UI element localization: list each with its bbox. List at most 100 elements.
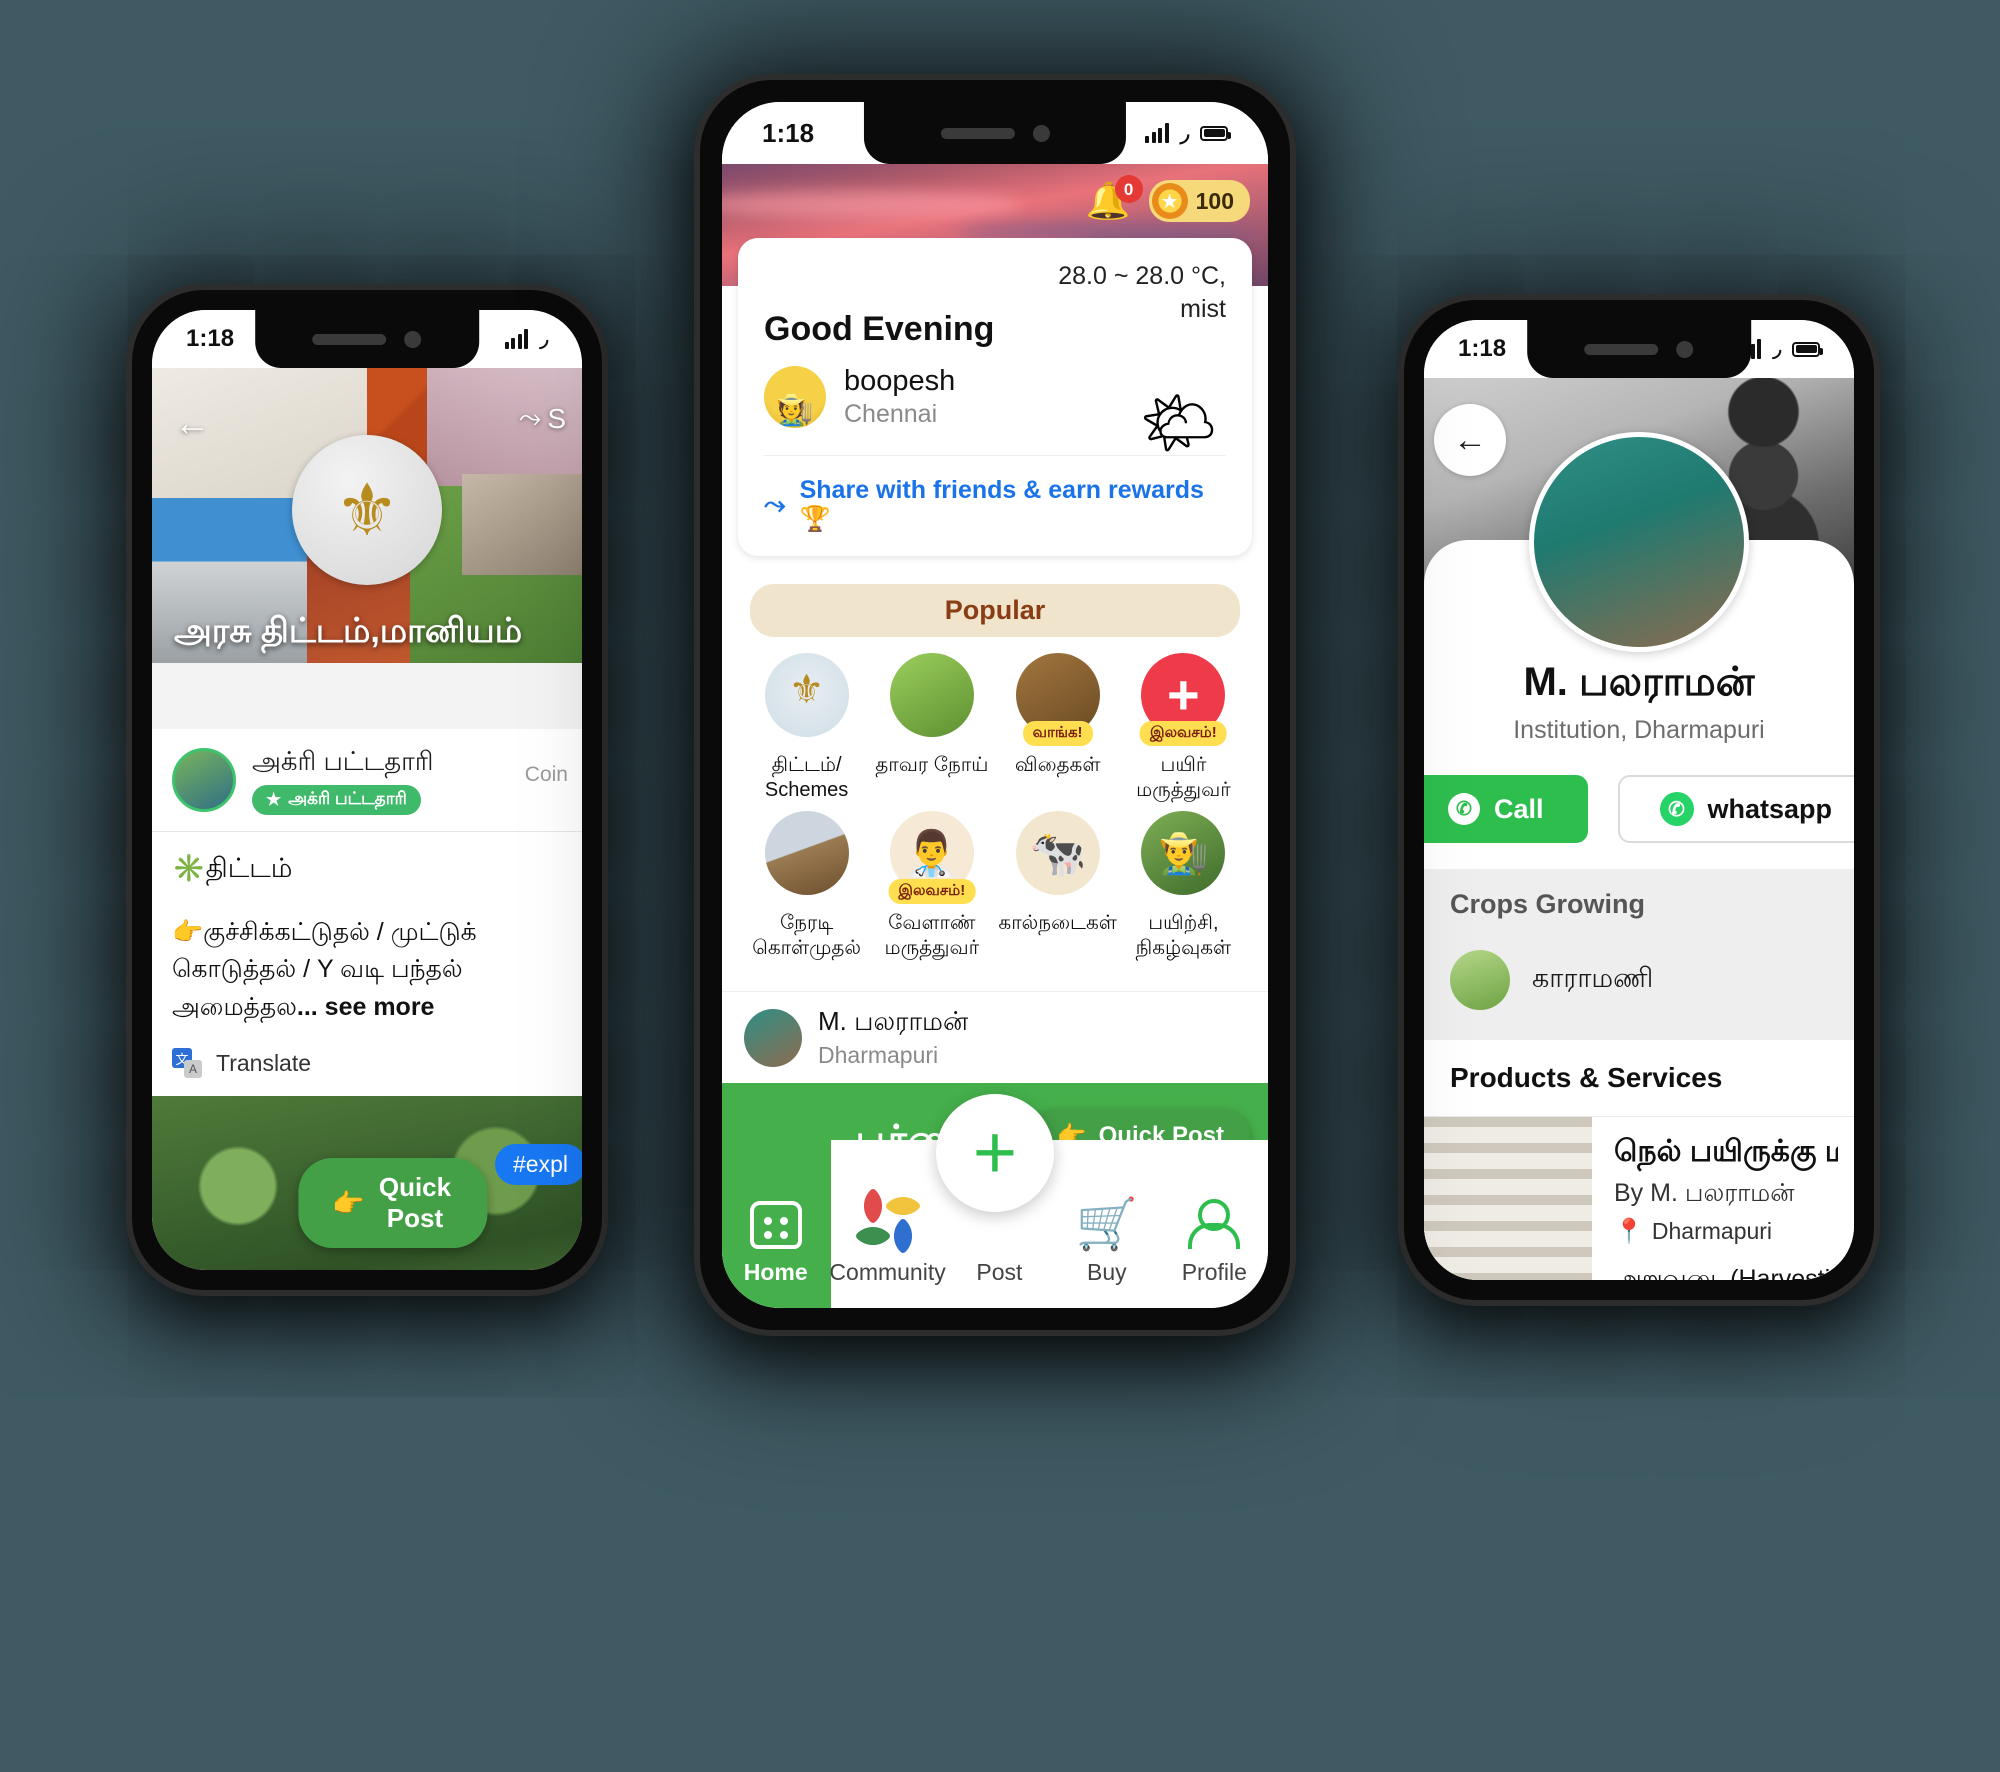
whatsapp-button[interactable]: ✆ whatsapp: [1617, 775, 1854, 843]
product-location-label: Dharmapuri: [1651, 1218, 1773, 1244]
agri-doctor-icon: இலவசம்!: [888, 811, 976, 904]
popular-label: நேரடி கொள்முதல்: [752, 912, 861, 959]
right-status-time: 1:18: [1458, 335, 1507, 362]
profile-card: M. பலராமன் Institution, Dharmapuri ✆ Cal…: [1424, 432, 1854, 843]
author-meta: அக்ரி பட்டதாரி ★ அக்ரி பட்டதாரி: [252, 745, 433, 815]
hero-tile-elders: [461, 474, 582, 575]
quick-post-button[interactable]: 👉 Quick Post: [298, 1158, 488, 1248]
back-arrow-icon[interactable]: ←: [174, 402, 210, 444]
wifi-icon: ◞: [1772, 336, 1781, 361]
popular-item-agri-doctor[interactable]: இலவசம்! வேளாண் மருத்துவர்: [873, 811, 990, 961]
popular-item-training[interactable]: பயிற்சி, நிகழ்வுகள்: [1125, 811, 1242, 961]
share-icon[interactable]: ⤳ S: [519, 402, 566, 435]
star-icon: ★: [266, 789, 282, 809]
crop-row[interactable]: காராமணி: [1424, 940, 1854, 1040]
user-name: boopesh: [844, 365, 956, 397]
phone-center-screen: 1:18 ◞ 🔔 0 ★ 100 28.0 ~ 28.0 °C, mist Go…: [722, 102, 1268, 1308]
hero-spacer: [152, 663, 582, 729]
popular-badge: இலவசம்!: [1139, 721, 1227, 746]
product-location: 📍 Dharmapuri: [1614, 1217, 1838, 1246]
crop-doctor-icon: + இலவசம்!: [1139, 653, 1227, 746]
signal-icon: [1145, 123, 1169, 143]
weather-condition: mist: [1180, 294, 1226, 323]
phone-icon: ✆: [1447, 793, 1480, 825]
popular-item-crop-doctor[interactable]: + இலவசம்! பயிர் மருத்துவர்: [1125, 653, 1242, 803]
author-badge-label: அக்ரி பட்டதாரி: [288, 788, 407, 808]
translate-row[interactable]: Translate: [152, 1026, 582, 1096]
whatsapp-label: whatsapp: [1707, 793, 1833, 824]
popular-item-direct-procurement[interactable]: நேரடி கொள்முதல்: [748, 811, 865, 961]
rewards-badge[interactable]: ★ 100: [1148, 180, 1250, 222]
wifi-icon: ◞: [1179, 119, 1189, 147]
share-rewards-link[interactable]: ⤳ Share with friends & earn rewards 🏆: [764, 455, 1226, 534]
battery-icon: [1200, 125, 1231, 141]
nav-item-profile[interactable]: Profile: [1161, 1140, 1268, 1308]
back-arrow-icon[interactable]: ←: [1434, 404, 1506, 476]
page-title: அரசு திட்டம்,மானியம்: [174, 612, 523, 650]
popular-heading: Popular: [750, 584, 1240, 637]
crop-thumb-icon: [1450, 950, 1510, 1010]
scheme-hero-banner: ⚜ ← ⤳ S அரசு திட்டம்,மானியம்: [152, 368, 582, 663]
earpiece-speaker: [1584, 343, 1659, 355]
popular-item-schemes[interactable]: திட்டம்/ Schemes: [748, 653, 865, 803]
left-notch: [255, 310, 479, 368]
left-status-time: 1:18: [186, 325, 235, 352]
popular-badge: வாங்க!: [1022, 721, 1093, 746]
nav-item-buy[interactable]: 🛒 Buy: [1053, 1140, 1160, 1308]
post-author-row[interactable]: அக்ரி பட்டதாரி ★ அக்ரி பட்டதாரி Coin: [152, 729, 582, 832]
feed-post-author[interactable]: M. பலராமன் Dharmapuri: [722, 991, 1268, 1083]
nav-item-community[interactable]: Community: [829, 1140, 946, 1308]
cloud-1: [722, 190, 1023, 218]
feed-author-location: Dharmapuri: [818, 1042, 939, 1068]
nav-label: Home: [743, 1259, 808, 1285]
popular-label: கால்நடைகள்: [998, 912, 1117, 934]
popular-label: திட்டம்/ Schemes: [764, 754, 849, 801]
right-notch: [1527, 320, 1751, 378]
feed-author-name: M. பலராமன்: [818, 1006, 969, 1036]
phone-left-screen: 1:18 ◞ ⚜ ← ⤳ S அரசு திட்டம்,மானியம் அக்ர…: [152, 310, 582, 1270]
popular-label: வேளாண் மருத்துவர்: [884, 912, 980, 959]
hashtag-chip[interactable]: #expl: [495, 1144, 582, 1185]
center-status-time: 1:18: [762, 117, 815, 148]
post-body: ✳️திட்டம் 👉குச்சிக்கட்டுதல் / முட்டுக் க…: [152, 831, 582, 1026]
call-button[interactable]: ✆ Call: [1424, 775, 1588, 843]
phone-right: 1:18 ◞ ← M. பலராமன் Institution, Dharmap…: [1404, 300, 1874, 1300]
product-card[interactable]: நெல் பயிருக்கு மருந்... By M. பலராமன் 📍 …: [1424, 1117, 1854, 1280]
user-location: Chennai: [844, 400, 938, 428]
center-status-icons: ◞: [1145, 119, 1231, 148]
popular-label: விதைகள்: [1014, 754, 1101, 776]
popular-item-seeds[interactable]: வாங்க! விதைகள்: [998, 653, 1116, 803]
notification-count-badge: 0: [1114, 175, 1143, 203]
person-icon: [1191, 1199, 1237, 1249]
battery-icon: [1792, 341, 1823, 357]
popular-item-livestock[interactable]: கால்நடைகள்: [998, 811, 1117, 961]
popular-badge: இலவசம்!: [888, 879, 976, 904]
see-more-link[interactable]: ... see more: [297, 993, 435, 1021]
weather-temperature: 28.0 ~ 28.0 °C,: [1058, 262, 1226, 290]
avatar: [744, 1008, 802, 1067]
phone-center: 1:18 ◞ 🔔 0 ★ 100 28.0 ~ 28.0 °C, mist Go…: [700, 80, 1290, 1330]
post-fab-button[interactable]: +: [936, 1094, 1054, 1212]
shopping-cart-icon: 🛒: [1075, 1196, 1138, 1252]
bell-icon[interactable]: 🔔 0: [1086, 175, 1143, 219]
whatsapp-icon: ✆: [1659, 792, 1694, 826]
plus-icon: +: [972, 1110, 1018, 1196]
nav-label: Community: [829, 1259, 946, 1285]
share-rewards-label: Share with friends & earn rewards 🏆: [799, 476, 1204, 533]
front-camera: [1676, 340, 1694, 358]
nav-item-home[interactable]: Home: [722, 1140, 829, 1308]
community-flower-icon: [854, 1187, 921, 1255]
front-camera: [404, 330, 422, 348]
avatar: 🧑‍🌾: [764, 366, 826, 428]
avatar: [1529, 432, 1749, 652]
product-image: [1424, 1117, 1592, 1280]
phone-right-screen: 1:18 ◞ ← M. பலராமன் Institution, Dharmap…: [1424, 320, 1854, 1280]
seeds-icon: வாங்க!: [1015, 653, 1100, 746]
popular-item-plant-disease[interactable]: தாவர நோய்: [873, 653, 990, 803]
plant-disease-icon: [889, 653, 974, 737]
signal-icon: [504, 329, 529, 349]
scheme-emblem-icon: [764, 653, 849, 737]
coin-label: Coin: [524, 763, 568, 786]
profile-subtitle: Institution, Dharmapuri: [1513, 716, 1765, 744]
nav-label: Profile: [1181, 1259, 1247, 1285]
